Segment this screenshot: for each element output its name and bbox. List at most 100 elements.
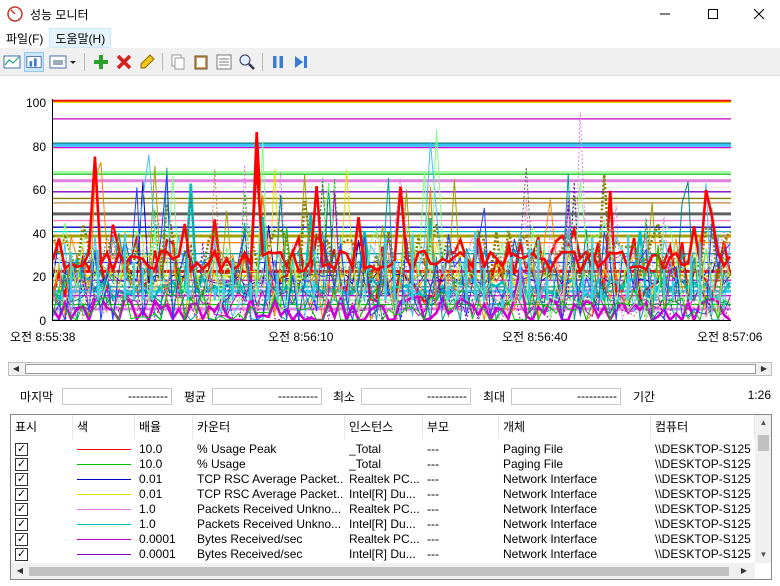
cell-scale: 10.0 bbox=[139, 457, 163, 471]
menu-file[interactable]: 파일(F) bbox=[0, 28, 49, 48]
copy-properties-icon[interactable] bbox=[168, 52, 188, 72]
header-parent[interactable]: 부모 bbox=[423, 415, 499, 439]
paste-counter-list-icon[interactable] bbox=[191, 52, 211, 72]
menu-bar: 파일(F) 도움말(H) bbox=[0, 28, 780, 48]
view-graph-icon[interactable] bbox=[2, 52, 22, 72]
cell-parent: --- bbox=[427, 442, 439, 456]
counter-list[interactable]: 표시 색 배율 카운터 인스턴스 부모 개체 컴퓨터 ✓ 10.0 % Usage … bbox=[10, 414, 772, 580]
horizontal-scrollbar[interactable]: ◀ ▶ bbox=[11, 563, 755, 579]
scroll-left-icon[interactable]: ◀ bbox=[13, 565, 27, 577]
counter-row[interactable]: ✓ 0.01 TCP RSC Average Packet... Realtek PC… bbox=[11, 472, 755, 487]
duration-value: 1:26 bbox=[747, 388, 771, 402]
cell-computer: \\DESKTOP-S125 bbox=[655, 442, 751, 456]
cell-counter: Packets Received Unkno... bbox=[197, 517, 342, 531]
show-checkbox[interactable]: ✓ bbox=[15, 533, 28, 546]
counter-row[interactable]: ✓ 0.0001 Bytes Received/sec Intel[R] Du... -… bbox=[11, 547, 755, 562]
counter-color-swatch bbox=[77, 479, 131, 480]
cell-computer: \\DESKTOP-S125 bbox=[655, 517, 751, 531]
performance-monitor-icon bbox=[7, 6, 23, 22]
cell-parent: --- bbox=[427, 487, 439, 501]
counter-color-swatch bbox=[77, 449, 131, 450]
header-instance[interactable]: 인스턴스 bbox=[345, 415, 423, 439]
scroll-down-icon[interactable]: ▼ bbox=[755, 547, 771, 563]
header-computer[interactable]: 컴퓨터 bbox=[651, 415, 755, 439]
show-checkbox[interactable]: ✓ bbox=[15, 518, 28, 531]
minimum-label: 최소 bbox=[333, 390, 356, 404]
show-checkbox[interactable]: ✓ bbox=[15, 473, 28, 486]
cell-instance: _Total bbox=[349, 457, 382, 471]
change-graph-type-icon[interactable] bbox=[48, 52, 78, 72]
delete-counter-icon[interactable] bbox=[114, 52, 134, 72]
y-tick-label: 80 bbox=[32, 140, 46, 154]
y-tick-label: 0 bbox=[39, 314, 46, 328]
counter-row[interactable]: ✓ 10.0 % Usage _Total --- Paging File \\DESKTO… bbox=[11, 457, 755, 472]
cell-computer: \\DESKTOP-S125 bbox=[655, 472, 751, 486]
duration-label: 기간 bbox=[633, 390, 656, 404]
time-scrollbar[interactable]: ◀ ▶ bbox=[8, 362, 772, 376]
scroll-left-icon[interactable]: ◀ bbox=[9, 363, 23, 375]
cell-object: Network Interface bbox=[503, 532, 598, 546]
scroll-right-icon[interactable]: ▶ bbox=[737, 565, 751, 577]
cell-computer: \\DESKTOP-S125 bbox=[655, 547, 751, 561]
counter-color-swatch bbox=[77, 539, 131, 540]
header-object[interactable]: 개체 bbox=[499, 415, 651, 439]
cell-object: Network Interface bbox=[503, 517, 598, 531]
close-button[interactable] bbox=[736, 0, 780, 28]
maximum-value: ---------- bbox=[511, 388, 621, 405]
cell-parent: --- bbox=[427, 457, 439, 471]
horizontal-scroll-thumb[interactable] bbox=[29, 567, 729, 576]
view-histogram-icon[interactable] bbox=[24, 52, 44, 72]
cell-counter: Packets Received Unkno... bbox=[197, 502, 342, 516]
last-value: ---------- bbox=[62, 388, 172, 405]
menu-help[interactable]: 도움말(H) bbox=[49, 28, 112, 48]
y-tick-label: 40 bbox=[32, 227, 46, 241]
cell-counter: Bytes Received/sec bbox=[197, 547, 303, 561]
properties-icon[interactable] bbox=[214, 52, 234, 72]
cell-computer: \\DESKTOP-S125 bbox=[655, 532, 751, 546]
highlight-icon[interactable] bbox=[137, 52, 157, 72]
update-data-icon[interactable] bbox=[291, 52, 311, 72]
vertical-scroll-thumb[interactable] bbox=[758, 435, 769, 451]
maximum-label: 최대 bbox=[483, 390, 506, 404]
counter-row[interactable]: ✓ 0.0001 Bytes Received/sec Realtek PC... --… bbox=[11, 532, 755, 547]
header-show[interactable]: 표시 bbox=[11, 415, 73, 439]
cell-object: Network Interface bbox=[503, 547, 598, 561]
cell-instance: _Total bbox=[349, 442, 382, 456]
show-checkbox[interactable]: ✓ bbox=[15, 488, 28, 501]
cell-scale: 10.0 bbox=[139, 442, 163, 456]
maximize-button[interactable] bbox=[690, 0, 736, 28]
header-counter[interactable]: 카운터 bbox=[193, 415, 345, 439]
cell-scale: 0.01 bbox=[139, 472, 163, 486]
y-tick-label: 60 bbox=[32, 183, 46, 197]
show-checkbox[interactable]: ✓ bbox=[15, 458, 28, 471]
cell-parent: --- bbox=[427, 502, 439, 516]
freeze-display-icon[interactable] bbox=[268, 52, 288, 72]
cell-instance: Intel[R] Du... bbox=[349, 517, 416, 531]
minimize-button[interactable] bbox=[642, 0, 688, 28]
show-checkbox[interactable]: ✓ bbox=[15, 503, 28, 516]
header-color[interactable]: 색 bbox=[73, 415, 135, 439]
show-checkbox[interactable]: ✓ bbox=[15, 443, 28, 456]
counter-color-swatch bbox=[77, 509, 131, 510]
counter-row[interactable]: ✓ 1.0 Packets Received Unkno... Intel[R] Du… bbox=[11, 517, 755, 532]
time-range-slider[interactable] bbox=[25, 364, 756, 374]
counter-row[interactable]: ✓ 0.01 TCP RSC Average Packet... Intel[R] D… bbox=[11, 487, 755, 502]
vertical-scrollbar[interactable]: ▲ ▼ bbox=[755, 415, 771, 563]
header-scale[interactable]: 배율 bbox=[135, 415, 193, 439]
show-checkbox[interactable]: ✓ bbox=[15, 548, 28, 561]
scroll-right-icon[interactable]: ▶ bbox=[757, 363, 771, 375]
zoom-icon[interactable] bbox=[237, 52, 257, 72]
cell-counter: TCP RSC Average Packet... bbox=[197, 487, 343, 501]
toolbar-separator bbox=[84, 53, 85, 71]
scroll-up-icon[interactable]: ▲ bbox=[755, 415, 771, 431]
cell-instance: Intel[R] Du... bbox=[349, 487, 416, 501]
counter-color-swatch bbox=[77, 464, 131, 465]
counter-row[interactable]: ✓ 10.0 % Usage Peak _Total --- Paging File \\D… bbox=[11, 442, 755, 457]
cell-parent: --- bbox=[427, 472, 439, 486]
line-graph-plot[interactable] bbox=[52, 99, 731, 321]
x-tick-label: 오전 8:55:38 bbox=[10, 330, 76, 344]
counter-row[interactable]: ✓ 1.0 Packets Received Unkno... Realtek PC.… bbox=[11, 502, 755, 517]
cell-counter: % Usage Peak bbox=[197, 442, 277, 456]
cell-object: Network Interface bbox=[503, 487, 598, 501]
add-counter-icon[interactable] bbox=[91, 52, 111, 72]
